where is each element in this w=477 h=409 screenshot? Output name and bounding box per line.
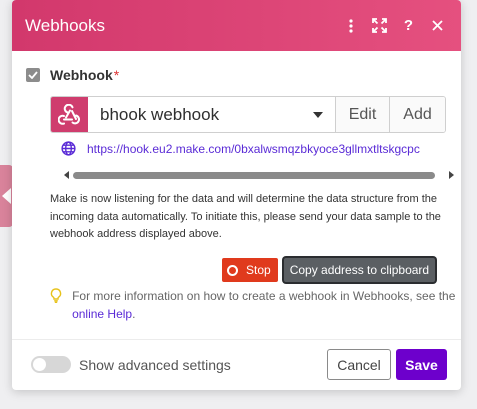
webhook-field-label: Webhook* [50,67,119,83]
expand-icon[interactable] [371,17,388,34]
footer-divider [12,339,461,340]
stop-icon [227,264,238,276]
header-controls: ? [342,17,461,34]
help-icon[interactable]: ? [400,17,417,34]
webhook-url-row: https://hook.eu2.make.com/0bxalwsmqzbkyo… [61,141,457,156]
url-scrollbar[interactable] [64,171,454,180]
edit-button[interactable]: Edit [336,97,389,132]
close-icon[interactable] [429,17,446,34]
stop-label: Stop [246,263,271,277]
save-button[interactable]: Save [396,349,447,380]
webhook-selector-row: bhook webhook Edit Add [50,96,446,133]
webhook-select[interactable]: bhook webhook [88,97,336,132]
help-tip-text: For more information on how to create a … [72,287,460,323]
help-tip: For more information on how to create a … [50,287,460,323]
webhook-url[interactable]: https://hook.eu2.make.com/0bxalwsmqzbkyo… [87,142,420,156]
more-vertical-icon[interactable] [342,17,359,34]
dialog-header: Webhooks ? [12,0,461,51]
globe-icon [61,141,76,156]
toggle-knob [33,358,46,371]
copy-address-button[interactable]: Copy address to clipboard [283,258,436,282]
field-toggle-checkbox[interactable] [26,68,40,82]
webhook-select-value: bhook webhook [100,104,220,124]
dialog-title: Webhooks [25,15,106,35]
lightbulb-icon [50,287,62,323]
scroll-left-icon[interactable] [64,171,69,179]
webhook-label-text: Webhook [50,67,113,83]
scroll-thumb[interactable] [73,172,435,179]
listening-info-text: Make is now listening for the data and w… [50,193,441,240]
listening-actions: Stop Copy address to clipboard [222,258,436,282]
advanced-settings-toggle[interactable] [31,356,71,373]
dialog-pointer [2,188,11,204]
advanced-settings-label: Show advanced settings [79,357,231,373]
required-marker: * [113,67,120,83]
webhook-field-row: Webhook* [26,67,119,83]
online-help-link[interactable]: online Help [72,307,132,321]
webhooks-dialog: Webhooks ? Webhook* bhook webhook Edit A… [12,0,461,390]
chevron-down-icon [313,111,323,118]
tip-text-after: . [132,307,136,321]
scroll-right-icon[interactable] [449,171,454,179]
cancel-button[interactable]: Cancel [327,349,391,380]
stop-button[interactable]: Stop [222,258,278,282]
webhook-app-icon [51,97,88,132]
tip-text-before: For more information on how to create a … [72,289,456,303]
add-button[interactable]: Add [389,97,445,132]
